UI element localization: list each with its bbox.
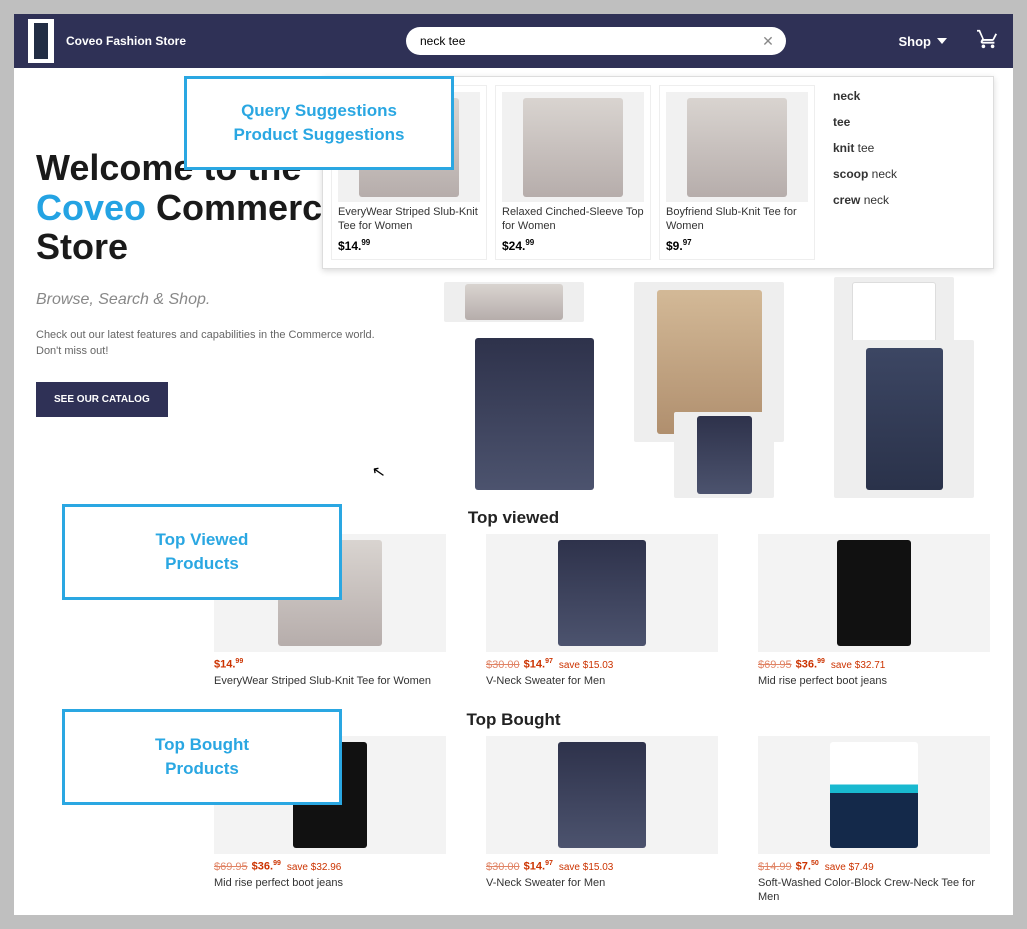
product-price: $14.99$7.50save $7.49	[758, 860, 990, 873]
mosaic-tile	[444, 282, 584, 322]
annotation-line: Top Viewed	[156, 528, 249, 552]
product-name: V-Neck Sweater for Men	[486, 876, 718, 890]
suggestion-price: $14.99	[338, 238, 480, 253]
product-name: Soft-Washed Color-Block Crew-Neck Tee fo…	[758, 876, 990, 905]
product-image	[758, 736, 990, 854]
annotation-callout: Top Viewed Products	[62, 504, 342, 600]
product-card[interactable]: $69.95$36.99save $32.71 Mid rise perfect…	[758, 534, 990, 688]
product-card[interactable]: $30.00$14.97save $15.03 V-Neck Sweater f…	[486, 534, 718, 688]
product-price: $30.00$14.97save $15.03	[486, 658, 718, 671]
product-image	[758, 534, 990, 652]
annotation-line: Product Suggestions	[234, 123, 405, 147]
query-suggestion[interactable]: neck	[833, 89, 983, 103]
annotation-line: Products	[165, 757, 239, 781]
query-suggestion[interactable]: scoop neck	[833, 167, 983, 181]
mosaic-tile	[674, 412, 774, 498]
product-thumb	[502, 92, 644, 202]
product-thumb	[666, 92, 808, 202]
chevron-down-icon	[937, 38, 947, 44]
brand-logo[interactable]	[28, 19, 54, 63]
hero-tagline: Browse, Search & Shop.	[36, 291, 434, 309]
top-bar: Coveo Fashion Store ✕ Shop	[14, 14, 1013, 68]
mosaic-tile	[834, 340, 974, 498]
search-wrapper: ✕	[406, 27, 786, 55]
clear-search-icon[interactable]: ✕	[760, 33, 776, 49]
suggestion-card[interactable]: Relaxed Cinched-Sleeve Top for Women $24…	[495, 85, 651, 260]
product-price: $69.95$36.99save $32.71	[758, 658, 990, 671]
query-suggestion[interactable]: knit tee	[833, 141, 983, 155]
mosaic-tile	[464, 330, 604, 498]
suggestion-card[interactable]: Boyfriend Slub-Knit Tee for Women $9.97	[659, 85, 815, 260]
product-image	[486, 534, 718, 652]
suggestion-price: $9.97	[666, 238, 808, 253]
product-price: $30.00$14.97save $15.03	[486, 860, 718, 873]
product-name: V-Neck Sweater for Men	[486, 674, 718, 688]
product-price: $69.95$36.99save $32.96	[214, 860, 446, 873]
product-card[interactable]: $14.99$7.50save $7.49 Soft-Washed Color-…	[758, 736, 990, 904]
query-suggestions: neck tee knit tee scoop neck crew neck	[823, 77, 993, 268]
product-name: Mid rise perfect boot jeans	[758, 674, 990, 688]
cart-icon[interactable]	[977, 28, 999, 55]
suggestion-price: $24.99	[502, 238, 644, 253]
app-frame: Coveo Fashion Store ✕ Shop EveryWear Str…	[14, 14, 1013, 915]
product-image	[486, 736, 718, 854]
annotation-line: Top Bought	[155, 733, 249, 757]
annotation-callout: Query Suggestions Product Suggestions	[184, 76, 454, 170]
suggestion-title: Relaxed Cinched-Sleeve Top for Women	[502, 206, 644, 234]
product-card[interactable]: $30.00$14.97save $15.03 V-Neck Sweater f…	[486, 736, 718, 904]
see-catalog-button[interactable]: SEE OUR CATALOG	[36, 382, 168, 417]
search-input[interactable]	[406, 27, 786, 55]
query-suggestion[interactable]: crew neck	[833, 193, 983, 207]
suggestion-title: Boyfriend Slub-Knit Tee for Women	[666, 206, 808, 234]
brand-name: Coveo Fashion Store	[66, 34, 346, 48]
hero-subtext: Check out our latest features and capabi…	[36, 327, 434, 360]
annotation-line: Query Suggestions	[241, 99, 397, 123]
annotation-line: Products	[165, 552, 239, 576]
annotation-callout: Top Bought Products	[62, 709, 342, 805]
shop-menu[interactable]: Shop	[899, 34, 948, 49]
suggestion-title: EveryWear Striped Slub-Knit Tee for Wome…	[338, 206, 480, 234]
product-name: Mid rise perfect boot jeans	[214, 876, 446, 890]
product-price: $14.99	[214, 658, 446, 671]
shop-label: Shop	[899, 34, 932, 49]
product-name: EveryWear Striped Slub-Knit Tee for Wome…	[214, 674, 446, 688]
query-suggestion[interactable]: tee	[833, 115, 983, 129]
